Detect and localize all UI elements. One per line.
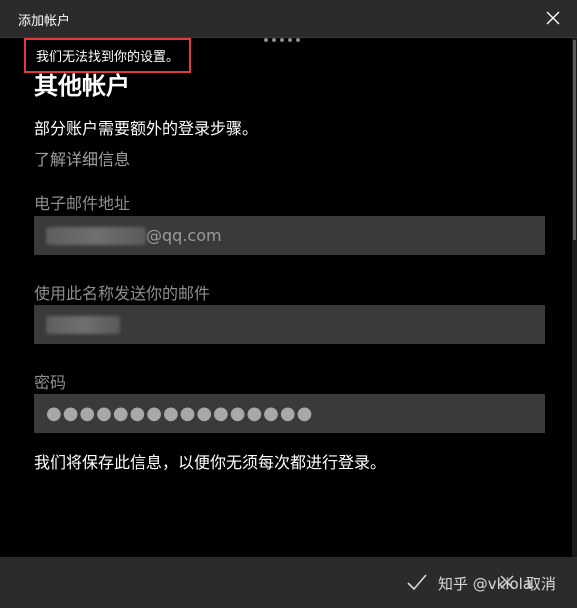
watermark-text: 知乎 @vkiola (438, 575, 533, 593)
description-text: 部分账户需要额外的登录步骤。 (34, 119, 259, 138)
drag-handle[interactable] (264, 38, 300, 42)
save-info-note: 我们将保存此信息，以便你无须每次都进行登录。 (34, 453, 387, 472)
email-domain-text: @qq.com (146, 226, 222, 245)
learn-more-link[interactable]: 了解详细信息 (34, 146, 130, 170)
cancel-button[interactable]: 取消 (526, 573, 556, 594)
password-field[interactable]: ●●●●●●●●●●●●●●●● (34, 394, 545, 433)
email-field[interactable]: @qq.com (34, 216, 545, 255)
page-title: 其他帐户 (34, 72, 130, 100)
window-title: 添加帐户 (18, 14, 71, 29)
password-masked-value: ●●●●●●●●●●●●●●●● (46, 403, 314, 424)
footer-bar: 知乎 @vkiola 取消 (0, 557, 577, 608)
email-label: 电子邮件地址 (34, 194, 131, 213)
password-label: 密码 (34, 373, 67, 392)
scrollbar-thumb[interactable] (573, 40, 576, 240)
sender-name-field[interactable] (34, 305, 545, 344)
sender-name-label: 使用此名称发送你的邮件 (34, 284, 211, 303)
redacted-sender-name (46, 315, 120, 334)
close-button[interactable] (541, 6, 565, 30)
cancel-icon[interactable] (500, 575, 514, 589)
redacted-email-prefix (46, 226, 146, 245)
checkmark-icon[interactable] (406, 571, 428, 593)
close-icon (546, 11, 560, 25)
title-bar: 添加帐户 (0, 0, 577, 38)
